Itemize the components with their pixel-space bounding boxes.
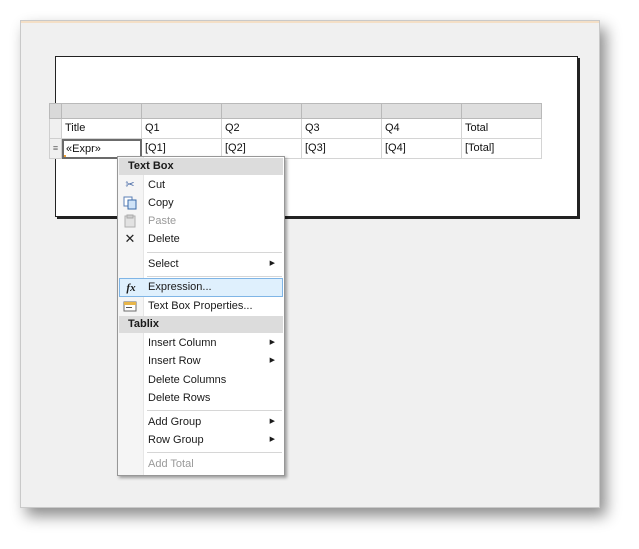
menu-item-insert-column-label: Insert Column: [148, 337, 217, 349]
menu-item-insert-row[interactable]: Insert Row ▶: [119, 352, 283, 370]
selection-grip[interactable]: [64, 155, 66, 157]
menu-item-textbox-properties-label: Text Box Properties...: [148, 300, 253, 312]
menu-separator: [147, 276, 282, 277]
header-cell-q4[interactable]: Q4: [382, 119, 462, 139]
menu-item-select-label: Select: [148, 258, 179, 270]
details-row-handle[interactable]: ≡: [49, 139, 62, 159]
menu-separator: [147, 452, 282, 453]
tablix[interactable]: Title Q1 Q2 Q3 Q4 Total ≡ «Expr» [Q1] [Q…: [49, 103, 542, 159]
menu-item-add-group[interactable]: Add Group ▶: [119, 413, 283, 431]
header-cell-total[interactable]: Total: [462, 119, 542, 139]
column-handle[interactable]: [222, 103, 302, 119]
menu-section-tablix: Tablix: [119, 316, 283, 333]
tablix-corner-handle[interactable]: [49, 103, 62, 119]
report-designer-window: Title Q1 Q2 Q3 Q4 Total ≡ «Expr» [Q1] [Q…: [20, 20, 600, 508]
header-cell-q2[interactable]: Q2: [222, 119, 302, 139]
data-cell-q4[interactable]: [Q4]: [382, 139, 462, 159]
menu-item-delete-label: Delete: [148, 233, 180, 245]
menu-item-expression-label: Expression...: [148, 281, 212, 293]
data-cell-expr-text: «Expr»: [66, 143, 101, 155]
menu-item-textbox-properties[interactable]: Text Box Properties...: [119, 297, 283, 315]
header-cell-q1[interactable]: Q1: [142, 119, 222, 139]
function-fx-icon: fx: [126, 282, 136, 294]
menu-item-paste-label: Paste: [148, 215, 177, 227]
menu-item-copy[interactable]: Copy: [119, 194, 283, 212]
column-handle[interactable]: [302, 103, 382, 119]
context-menu: Text Box ✂ Cut Copy Paste ✕ Delete Selec…: [117, 156, 285, 476]
paste-icon: [123, 214, 137, 228]
menu-item-delete-columns[interactable]: Delete Columns: [119, 371, 283, 389]
menu-item-cut[interactable]: ✂ Cut: [119, 176, 283, 194]
row-handle[interactable]: [49, 119, 62, 139]
data-cell-q3[interactable]: [Q3]: [302, 139, 382, 159]
scissors-icon: ✂: [125, 179, 135, 191]
menu-item-expression[interactable]: fx Expression...: [119, 278, 283, 297]
menu-item-add-total: Add Total: [119, 455, 283, 473]
column-handle-row: [49, 103, 542, 119]
delete-x-icon: ✕: [124, 231, 136, 246]
submenu-arrow-icon: ▶: [269, 260, 275, 267]
submenu-arrow-icon: ▶: [269, 418, 275, 425]
menu-item-delete[interactable]: ✕ Delete: [119, 230, 283, 248]
submenu-arrow-icon: ▶: [269, 339, 275, 346]
menu-separator: [147, 410, 282, 411]
column-handle[interactable]: [62, 103, 142, 119]
copy-icon: [123, 196, 137, 210]
menu-item-select[interactable]: Select ▶: [119, 255, 283, 273]
header-cell-title[interactable]: Title: [62, 119, 142, 139]
menu-item-add-group-label: Add Group: [148, 416, 202, 428]
menu-item-insert-row-label: Insert Row: [148, 355, 201, 367]
column-handle[interactable]: [382, 103, 462, 119]
submenu-arrow-icon: ▶: [269, 436, 275, 443]
column-handle[interactable]: [462, 103, 542, 119]
menu-item-insert-column[interactable]: Insert Column ▶: [119, 334, 283, 352]
menu-item-paste: Paste: [119, 212, 283, 230]
menu-item-copy-label: Copy: [148, 197, 174, 209]
menu-item-row-group[interactable]: Row Group ▶: [119, 431, 283, 449]
menu-item-delete-rows-label: Delete Rows: [148, 392, 211, 404]
menu-item-row-group-label: Row Group: [148, 434, 204, 446]
menu-item-cut-label: Cut: [148, 179, 166, 191]
window-top-accent: [21, 21, 599, 23]
column-handle[interactable]: [142, 103, 222, 119]
submenu-arrow-icon: ▶: [269, 357, 275, 364]
menu-item-delete-rows[interactable]: Delete Rows: [119, 389, 283, 407]
properties-icon: [123, 299, 137, 313]
menu-separator: [147, 252, 282, 253]
header-cell-q3[interactable]: Q3: [302, 119, 382, 139]
menu-item-delete-columns-label: Delete Columns: [148, 374, 227, 386]
data-cell-total[interactable]: [Total]: [462, 139, 542, 159]
menu-item-add-total-label: Add Total: [148, 458, 194, 470]
menu-section-textbox: Text Box: [119, 158, 283, 175]
header-row: Title Q1 Q2 Q3 Q4 Total: [49, 119, 542, 139]
